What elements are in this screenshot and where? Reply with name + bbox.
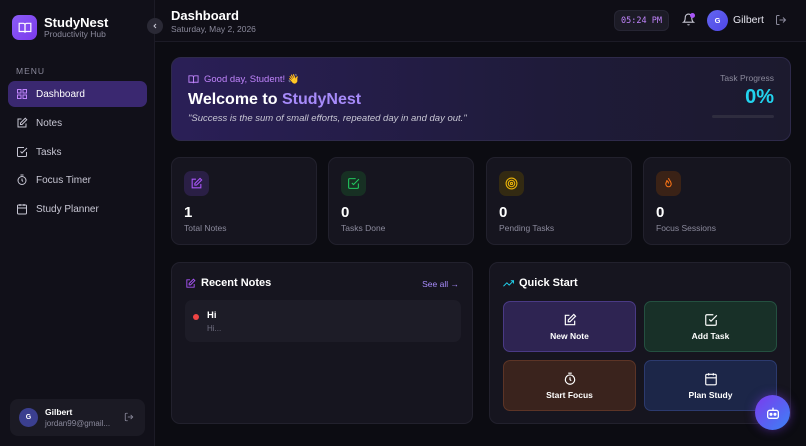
target-icon <box>499 171 524 196</box>
sidebar-item-focus-timer[interactable]: Focus Timer <box>8 167 147 193</box>
check-square-icon <box>341 171 366 196</box>
collapse-sidebar-button[interactable] <box>147 18 163 34</box>
sidebar-user-card: G Gilbert jordan99@gmail... <box>10 399 145 436</box>
app-subtitle: Productivity Hub <box>44 29 106 39</box>
check-square-icon <box>704 313 717 326</box>
welcome-title: Welcome to StudyNest <box>188 91 361 109</box>
quick-action-label: Start Focus <box>546 389 593 400</box>
grid-icon <box>17 89 27 99</box>
sidebar-item-label: Notes <box>36 117 63 129</box>
stat-card-tasks-done: 0 Tasks Done <box>328 157 474 245</box>
stat-label: Tasks Done <box>341 223 386 233</box>
clock: 05:24 PM <box>614 10 669 31</box>
stat-card-focus-sessions: 0 Focus Sessions <box>643 157 791 245</box>
calendar-icon <box>704 372 717 385</box>
list-item[interactable]: Hi Hi... <box>185 300 461 342</box>
quote: "Success is the sum of small efforts, re… <box>188 113 467 124</box>
task-progress-bar <box>712 115 774 118</box>
sidebar-item-label: Study Planner <box>36 203 99 215</box>
edit-icon <box>17 117 28 128</box>
calendar-icon <box>17 204 27 215</box>
recent-notes-title: Recent Notes <box>185 277 271 289</box>
stat-label: Total Notes <box>184 223 227 233</box>
quick-action-label: Add Task <box>691 330 730 341</box>
start-focus-button[interactable]: Start Focus <box>503 360 636 411</box>
avatar[interactable]: G <box>707 10 728 31</box>
quick-start-title: Quick Start <box>503 277 578 289</box>
sidebar: StudyNest Productivity Hub MENU Dashboar… <box>0 0 155 446</box>
stat-value: 0 <box>656 204 665 221</box>
greeting-text: Good day, Student! 👋 <box>204 74 300 85</box>
app-name: StudyNest <box>44 15 109 30</box>
quick-action-label: New Note <box>550 330 589 341</box>
notification-dot <box>690 13 695 18</box>
quick-start-title-text: Quick Start <box>519 277 578 289</box>
add-task-button[interactable]: Add Task <box>644 301 777 352</box>
stat-card-pending-tasks: 0 Pending Tasks <box>486 157 632 245</box>
stat-value: 0 <box>499 204 508 221</box>
welcome-banner: Good day, Student! 👋 Welcome to StudyNes… <box>171 57 791 141</box>
quick-action-label: Plan Study <box>688 389 733 400</box>
stat-value: 1 <box>184 204 193 221</box>
note-color-dot <box>193 314 199 320</box>
flame-icon <box>656 171 681 196</box>
note-preview: Hi... <box>207 324 222 333</box>
stat-card-total-notes: 1 Total Notes <box>171 157 317 245</box>
page-date: Saturday, May 2, 2026 <box>171 24 256 34</box>
edit-icon <box>186 277 196 288</box>
assistant-bot-button[interactable] <box>755 395 790 430</box>
sidebar-item-notes[interactable]: Notes <box>8 110 147 136</box>
robot-icon <box>766 407 779 419</box>
header: Dashboard Saturday, May 2, 2026 05:24 PM… <box>155 0 806 42</box>
timer-icon <box>17 174 27 185</box>
task-progress-label: Task Progress <box>720 73 774 83</box>
edit-icon <box>184 171 209 196</box>
timer-icon <box>564 372 575 385</box>
recent-notes-panel: Recent Notes See all → Hi Hi... <box>171 262 473 424</box>
chevron-left-icon <box>153 23 157 29</box>
sidebar-item-study-planner[interactable]: Study Planner <box>8 196 147 222</box>
header-user-name[interactable]: Gilbert <box>733 14 764 26</box>
avatar: G <box>19 408 38 427</box>
new-note-button[interactable]: New Note <box>503 301 636 352</box>
user-email: jordan99@gmail... <box>45 419 111 428</box>
trending-up-icon <box>503 279 514 287</box>
edit-icon <box>564 313 576 325</box>
note-title: Hi <box>207 310 217 321</box>
sidebar-item-label: Focus Timer <box>36 174 92 186</box>
greeting: Good day, Student! 👋 <box>188 74 300 85</box>
logout-icon[interactable] <box>124 412 134 422</box>
welcome-title-brand: StudyNest <box>281 91 362 108</box>
quick-start-panel: Quick Start New Note Add Task Start Focu… <box>489 262 791 424</box>
logout-icon[interactable] <box>775 14 787 26</box>
stat-label: Focus Sessions <box>656 223 716 233</box>
menu-label: MENU <box>16 66 46 76</box>
welcome-title-prefix: Welcome to <box>188 91 282 108</box>
stat-label: Pending Tasks <box>499 223 555 233</box>
sidebar-item-tasks[interactable]: Tasks <box>8 139 147 165</box>
sidebar-item-label: Dashboard <box>36 88 85 100</box>
recent-notes-title-text: Recent Notes <box>201 277 272 289</box>
book-icon <box>12 15 37 40</box>
stat-value: 0 <box>341 204 350 221</box>
book-open-icon <box>188 75 199 84</box>
task-progress-value: 0% <box>745 86 774 108</box>
sidebar-item-label: Tasks <box>36 146 62 158</box>
see-all-link[interactable]: See all → <box>422 279 459 289</box>
page-title: Dashboard <box>171 8 239 23</box>
check-square-icon <box>17 147 28 157</box>
user-name: Gilbert <box>45 407 73 417</box>
sidebar-item-dashboard[interactable]: Dashboard <box>8 81 147 107</box>
